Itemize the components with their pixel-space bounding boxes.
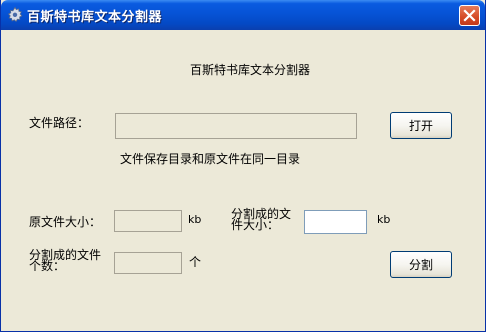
gear-icon (7, 6, 23, 23)
window-title: 百斯特书库文本分割器 (27, 10, 163, 25)
original-size-field (114, 210, 182, 232)
open-button[interactable]: 打开 (390, 112, 452, 139)
open-button-label: 打开 (408, 119, 433, 133)
split-size-input[interactable] (304, 210, 367, 234)
split-count-label-line2: 个数： (29, 259, 66, 273)
title-bar[interactable]: 百斯特书库文本分割器 (1, 0, 485, 30)
close-button[interactable] (459, 5, 480, 26)
split-count-unit: 个 (189, 255, 202, 269)
file-path-field[interactable] (115, 113, 357, 139)
save-location-note: 文件保存目录和原文件在同一目录 (120, 152, 301, 166)
split-size-label-line2: 件大小： (231, 218, 280, 232)
split-button-label: 分割 (408, 258, 433, 272)
split-size-unit: kb (377, 213, 391, 226)
split-count-label: 分割成的文件 个数： (29, 249, 101, 273)
split-size-label: 分割成的文 件大小： (231, 208, 291, 232)
split-count-field (114, 252, 182, 274)
original-size-unit: kb (188, 213, 202, 226)
app-heading: 百斯特书库文本分割器 (190, 63, 311, 77)
close-icon (463, 9, 476, 22)
original-size-label: 原文件大小： (29, 215, 102, 229)
split-button[interactable]: 分割 (390, 251, 452, 278)
main-window: 百斯特书库文本分割器 百斯特书库文本分割器 文件路径： 打开 文件保存目录和原文… (0, 0, 486, 332)
file-path-label: 文件路径： (29, 116, 90, 130)
